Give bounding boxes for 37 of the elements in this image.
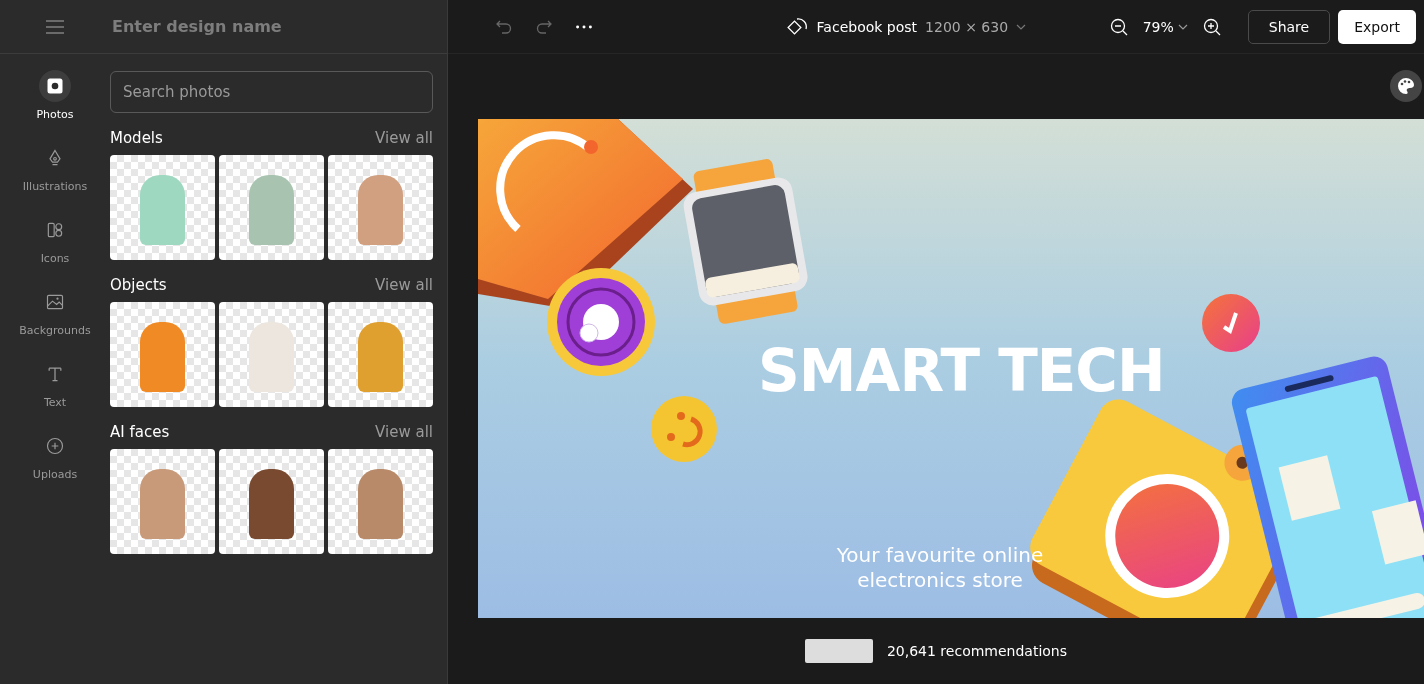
caret-icon bbox=[1016, 23, 1027, 30]
resize-icon bbox=[786, 15, 809, 38]
caret-icon bbox=[1177, 23, 1188, 30]
plus-circle-icon bbox=[45, 436, 65, 456]
image-icon bbox=[45, 292, 65, 312]
search-field[interactable]: Search photos bbox=[110, 71, 433, 113]
zoom-out-icon bbox=[1108, 16, 1129, 37]
photo-placeholder[interactable] bbox=[219, 449, 324, 554]
shapes-icon bbox=[45, 220, 65, 240]
photo-placeholder[interactable] bbox=[328, 449, 433, 554]
view-all-link[interactable]: View all bbox=[375, 276, 433, 294]
format-dropdown[interactable]: Facebook post 1200 × 630 bbox=[816, 18, 1027, 35]
view-all-link[interactable]: View all bbox=[375, 129, 433, 147]
section-title: Models bbox=[110, 129, 163, 147]
more-icon bbox=[576, 24, 592, 29]
view-all-link[interactable]: View all bbox=[375, 423, 433, 441]
share-button[interactable]: Share bbox=[1247, 9, 1331, 44]
zoom-in-icon bbox=[1201, 16, 1222, 37]
palette-button[interactable] bbox=[1390, 70, 1422, 102]
sidebar-tab[interactable]: Photos bbox=[3, 70, 107, 130]
sidebar-tab[interactable]: Text bbox=[3, 358, 107, 418]
section-title: Objects bbox=[110, 276, 167, 294]
headline-text: SMART TECH bbox=[758, 337, 1165, 405]
palette-icon bbox=[1396, 76, 1416, 96]
sidebar-tab[interactable]: Icons bbox=[3, 214, 107, 274]
photo-icon bbox=[45, 76, 65, 96]
menu-icon bbox=[46, 19, 64, 34]
check-badge-drawing bbox=[1202, 294, 1260, 352]
export-button[interactable]: Export bbox=[1338, 9, 1416, 44]
zoom-dropdown[interactable]: 79% bbox=[1142, 18, 1188, 35]
sidebar-tab[interactable]: Uploads bbox=[3, 430, 107, 490]
smiley-drawing bbox=[651, 396, 717, 462]
section-title: AI faces bbox=[110, 423, 170, 441]
sidebar-tab[interactable]: Backgrounds bbox=[3, 286, 107, 346]
design-name-field[interactable]: Enter design name bbox=[110, 16, 414, 37]
recommendations-count: 20,641 recommendations bbox=[886, 643, 1068, 659]
sidebar-tab[interactable]: Illustrations bbox=[3, 142, 107, 202]
